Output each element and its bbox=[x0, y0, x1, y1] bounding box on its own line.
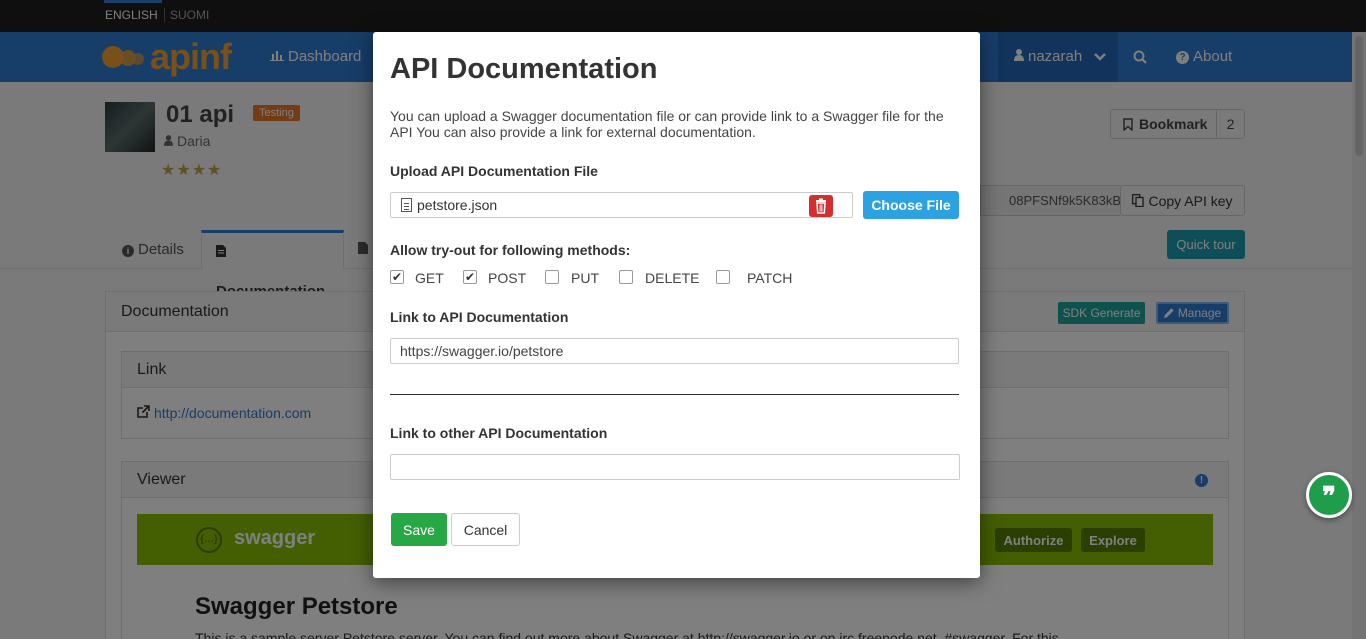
choose-file-button[interactable]: Choose File bbox=[863, 191, 959, 219]
modal-divider bbox=[390, 394, 959, 395]
api-documentation-modal: API Documentation You can upload a Swagg… bbox=[373, 32, 980, 578]
checkbox-post-label: POST bbox=[488, 270, 527, 286]
delete-file-button[interactable] bbox=[809, 195, 833, 217]
quote-icon: ❞ bbox=[1322, 482, 1336, 512]
other-documentation-link-input[interactable] bbox=[390, 454, 960, 480]
link-label: Link to API Documentation bbox=[390, 309, 569, 325]
upload-label: Upload API Documentation File bbox=[390, 163, 598, 179]
other-link-label: Link to other API Documentation bbox=[390, 425, 608, 441]
feedback-button[interactable]: ❞ bbox=[1306, 472, 1352, 518]
checkbox-get[interactable]: ✔ bbox=[390, 270, 404, 284]
checkbox-patch[interactable] bbox=[716, 270, 730, 284]
uploaded-file-name: petstore.json bbox=[417, 197, 498, 213]
checkbox-patch-label: PATCH bbox=[747, 270, 793, 286]
file-icon bbox=[401, 198, 412, 212]
trash-icon bbox=[816, 198, 826, 214]
checkbox-post[interactable]: ✔ bbox=[463, 270, 477, 284]
save-button[interactable]: Save bbox=[391, 513, 447, 546]
checkbox-put-label: PUT bbox=[571, 270, 599, 286]
checkbox-put[interactable] bbox=[545, 270, 559, 284]
modal-title: API Documentation bbox=[390, 53, 658, 85]
uploaded-file-field: petstore.json bbox=[390, 192, 853, 218]
checkbox-get-label: GET bbox=[415, 270, 444, 286]
cancel-button[interactable]: Cancel bbox=[451, 513, 520, 546]
modal-description: You can upload a Swagger documentation f… bbox=[390, 108, 944, 140]
checkbox-delete-label: DELETE bbox=[645, 270, 700, 286]
checkbox-delete[interactable] bbox=[619, 270, 633, 284]
methods-label: Allow try-out for following methods: bbox=[390, 242, 631, 258]
documentation-link-input[interactable]: https://swagger.io/petstore bbox=[390, 338, 959, 364]
